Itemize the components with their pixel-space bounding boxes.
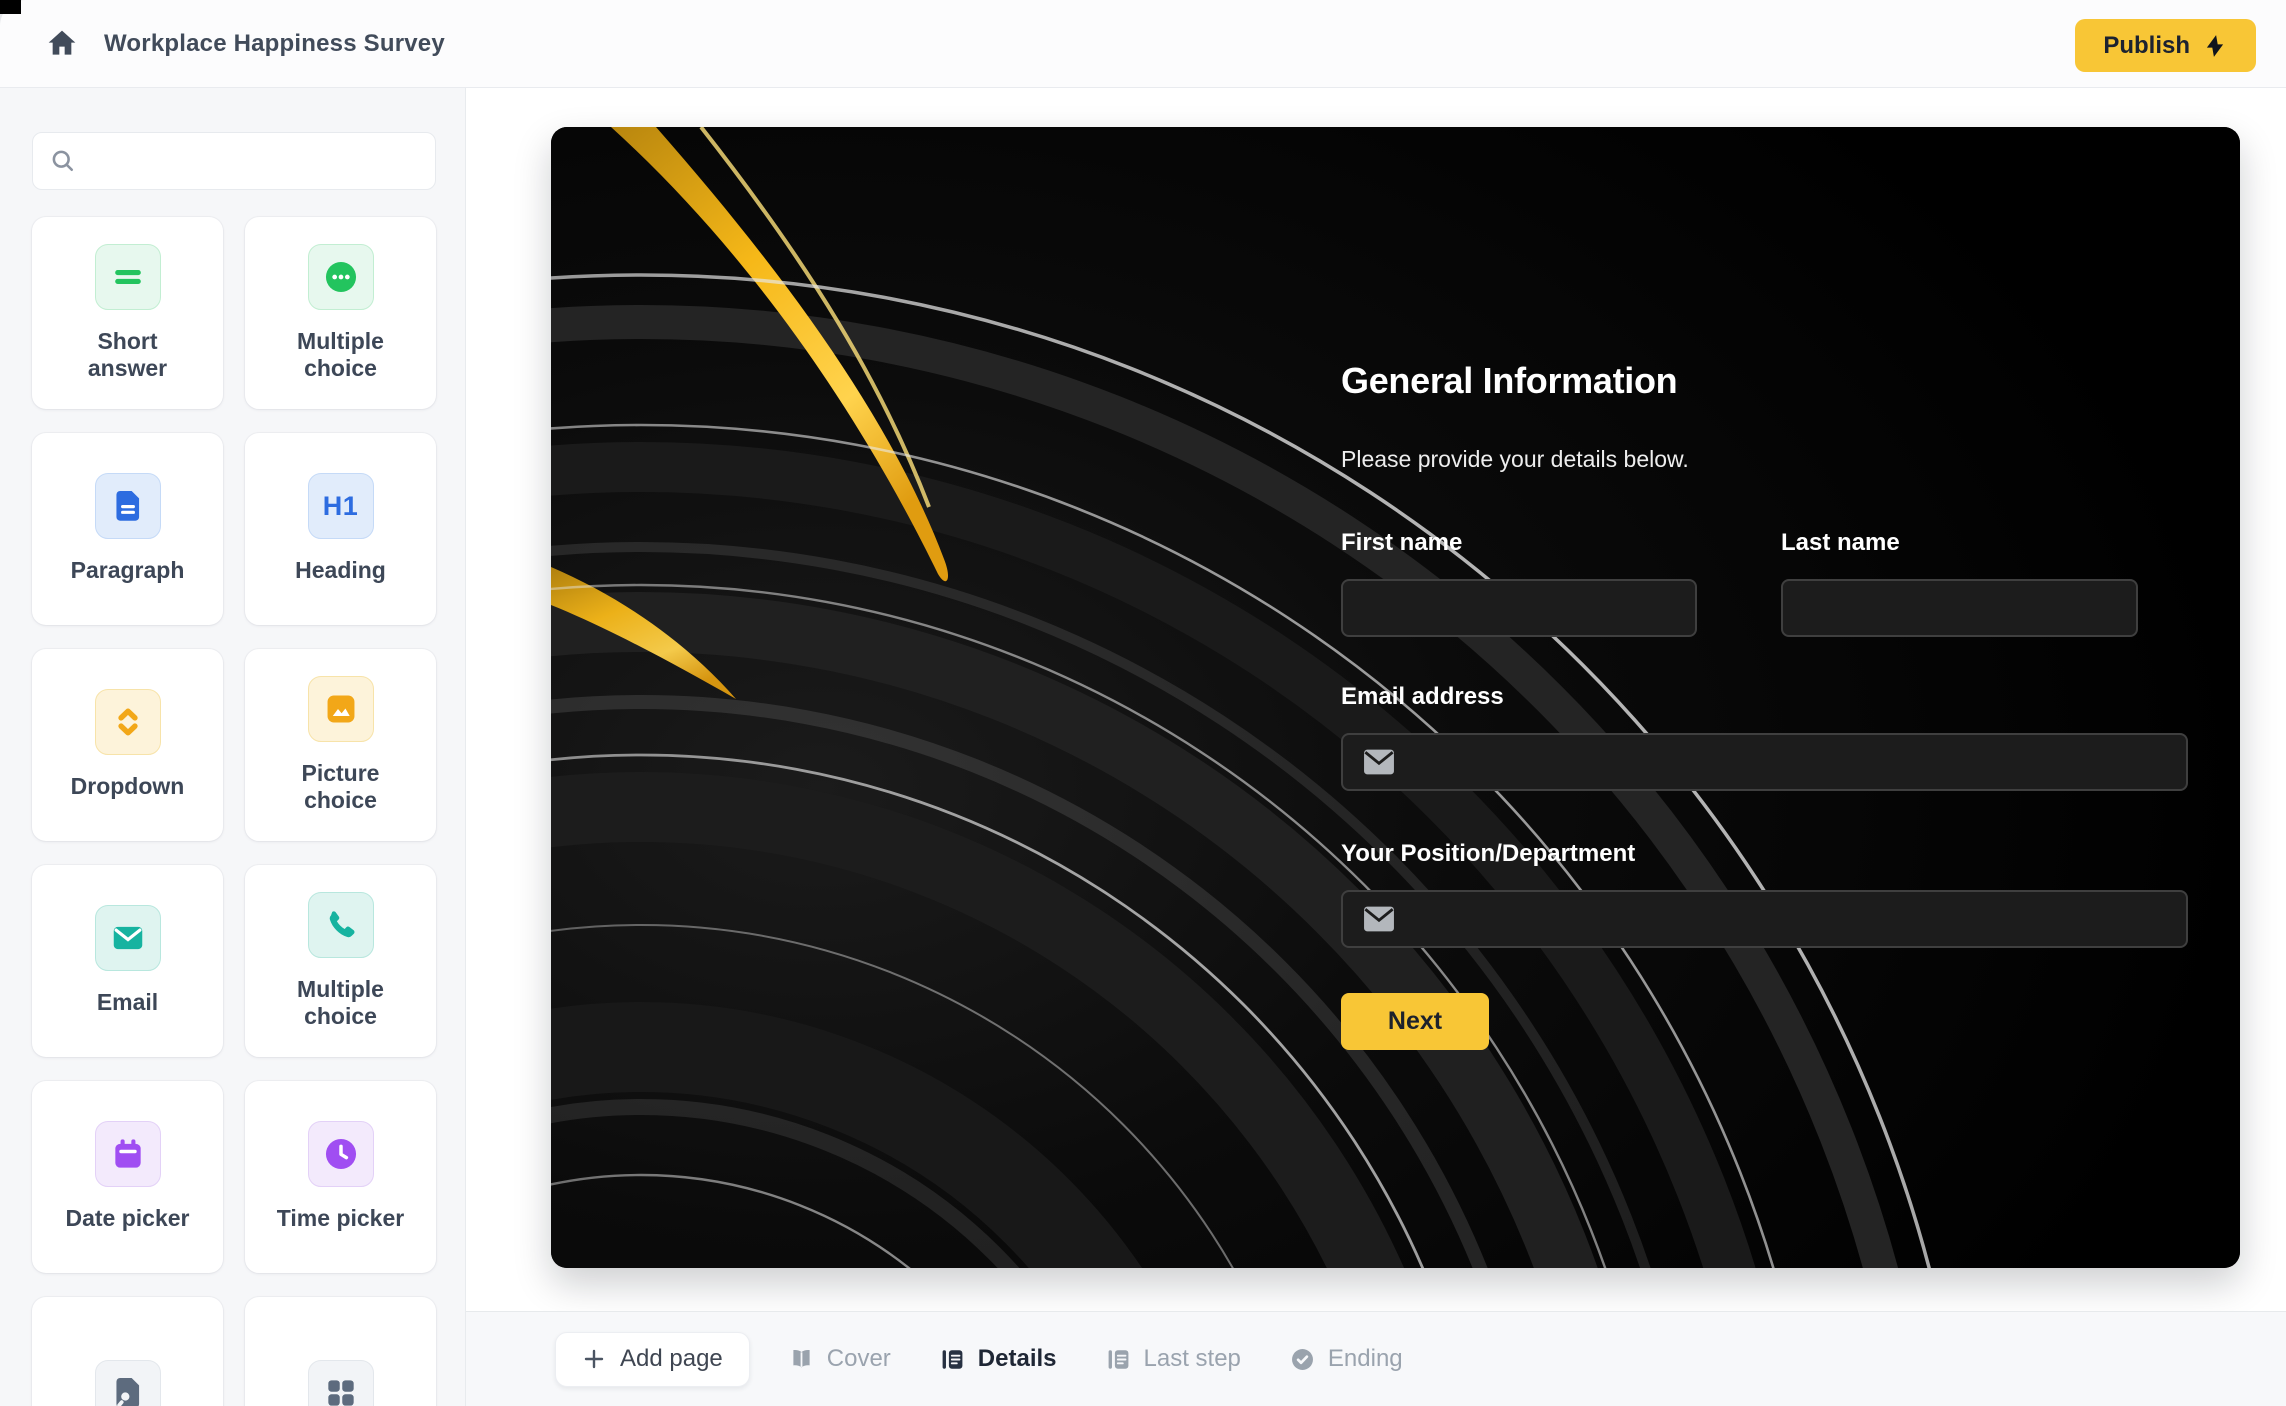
email-input[interactable] <box>1341 733 2188 791</box>
plus-icon <box>582 1347 606 1371</box>
tab-label: Ending <box>1328 1345 1403 1373</box>
email-icon <box>95 905 161 971</box>
name-row: First name Last name <box>1341 529 2188 637</box>
first-name-input[interactable] <box>1341 579 1697 637</box>
field-card-label: Time picker <box>277 1205 404 1232</box>
tab-label: Cover <box>827 1345 891 1373</box>
field-card-multiple-choice[interactable]: Multiple choice <box>245 217 436 409</box>
field-card-label: Date picker <box>65 1205 189 1232</box>
last-name-label: Last name <box>1781 529 2138 557</box>
page-navigation-bar: Add page Cover Details Last step Ending <box>466 1311 2286 1406</box>
field-card-label: Email <box>97 989 158 1016</box>
field-card-dropdown[interactable]: Dropdown <box>32 649 223 841</box>
tab-label: Last step <box>1144 1345 1241 1373</box>
search-input[interactable] <box>89 133 419 189</box>
field-card-multiple-choice[interactable]: Multiple choice <box>245 865 436 1057</box>
add-page-label: Add page <box>620 1345 723 1373</box>
field-card-date-picker[interactable]: Date picker <box>32 1081 223 1273</box>
form-canvas: General Information Please provide your … <box>466 88 2286 1406</box>
publish-button[interactable]: Publish <box>2075 19 2256 72</box>
home-icon[interactable] <box>46 28 78 60</box>
field-card-label: Multiple choice <box>275 328 407 382</box>
time-picker-icon <box>308 1121 374 1187</box>
field-card-grid[interactable] <box>245 1297 436 1406</box>
tab-cover[interactable]: Cover <box>788 1345 891 1373</box>
field-card-label: Picture choice <box>275 760 407 814</box>
field-card-label: Multiple choice <box>275 976 407 1030</box>
phone-icon <box>308 892 374 958</box>
first-name-label: First name <box>1341 529 1697 557</box>
field-card-picture-choice[interactable]: Picture choice <box>245 649 436 841</box>
tab-last-step[interactable]: Last step <box>1105 1345 1241 1373</box>
field-card-label: Heading <box>295 557 386 584</box>
form-builder-app: Workplace Happiness Survey Publish Short… <box>0 0 2286 1406</box>
tab-details[interactable]: Details <box>939 1345 1057 1373</box>
tab-label: Details <box>978 1345 1057 1373</box>
short-answer-icon <box>95 244 161 310</box>
heading-icon: H1 <box>308 473 374 539</box>
check-circle-icon <box>1289 1346 1316 1373</box>
book-icon <box>788 1346 815 1373</box>
grid-icon <box>308 1360 374 1406</box>
field-library-sidebar: Short answer Multiple choice Paragraph H1 He… <box>0 88 466 1406</box>
page-tabs: Cover Details Last step Ending <box>788 1345 1403 1373</box>
field-card-file-search[interactable] <box>32 1297 223 1406</box>
last-name-field: Last name <box>1781 529 2138 637</box>
form-page-details: General Information Please provide your … <box>1341 127 2188 1268</box>
form-subtitle: Please provide your details below. <box>1341 445 2188 473</box>
next-button[interactable]: Next <box>1341 993 1489 1050</box>
position-input[interactable] <box>1341 890 2188 948</box>
field-card-time-picker[interactable]: Time picker <box>245 1081 436 1273</box>
form-heading: General Information <box>1341 361 2188 401</box>
field-card-short-answer[interactable]: Short answer <box>32 217 223 409</box>
field-search[interactable] <box>32 132 436 190</box>
layout-list-icon <box>939 1346 966 1373</box>
field-card-heading[interactable]: H1 Heading <box>245 433 436 625</box>
multiple-choice-icon <box>308 244 374 310</box>
first-name-field: First name <box>1341 529 1697 637</box>
layout-list-icon <box>1105 1346 1132 1373</box>
lightning-bolt-icon <box>2202 33 2228 59</box>
tab-ending[interactable]: Ending <box>1289 1345 1403 1373</box>
publish-label: Publish <box>2103 32 2190 60</box>
page-title: Workplace Happiness Survey <box>104 30 445 58</box>
field-card-paragraph[interactable]: Paragraph <box>32 433 223 625</box>
form-preview-panel: General Information Please provide your … <box>551 127 2240 1268</box>
dropdown-icon <box>95 689 161 755</box>
position-label: Your Position/Department <box>1341 840 2188 868</box>
last-name-input[interactable] <box>1781 579 2138 637</box>
date-picker-icon <box>95 1121 161 1187</box>
file-search-icon <box>95 1360 161 1406</box>
search-icon <box>49 147 77 175</box>
add-page-button[interactable]: Add page <box>555 1332 750 1387</box>
field-card-label: Dropdown <box>71 773 185 800</box>
field-card-grid: Short answer Multiple choice Paragraph H1 He… <box>32 217 436 1406</box>
paragraph-icon <box>95 473 161 539</box>
topbar: Workplace Happiness Survey Publish <box>0 0 2286 88</box>
field-card-label: Paragraph <box>71 557 185 584</box>
email-label: Email address <box>1341 683 2188 711</box>
screen-corner-artifact <box>0 0 21 14</box>
field-card-email[interactable]: Email <box>32 865 223 1057</box>
field-card-label: Short answer <box>62 328 194 382</box>
picture-choice-icon <box>308 676 374 742</box>
